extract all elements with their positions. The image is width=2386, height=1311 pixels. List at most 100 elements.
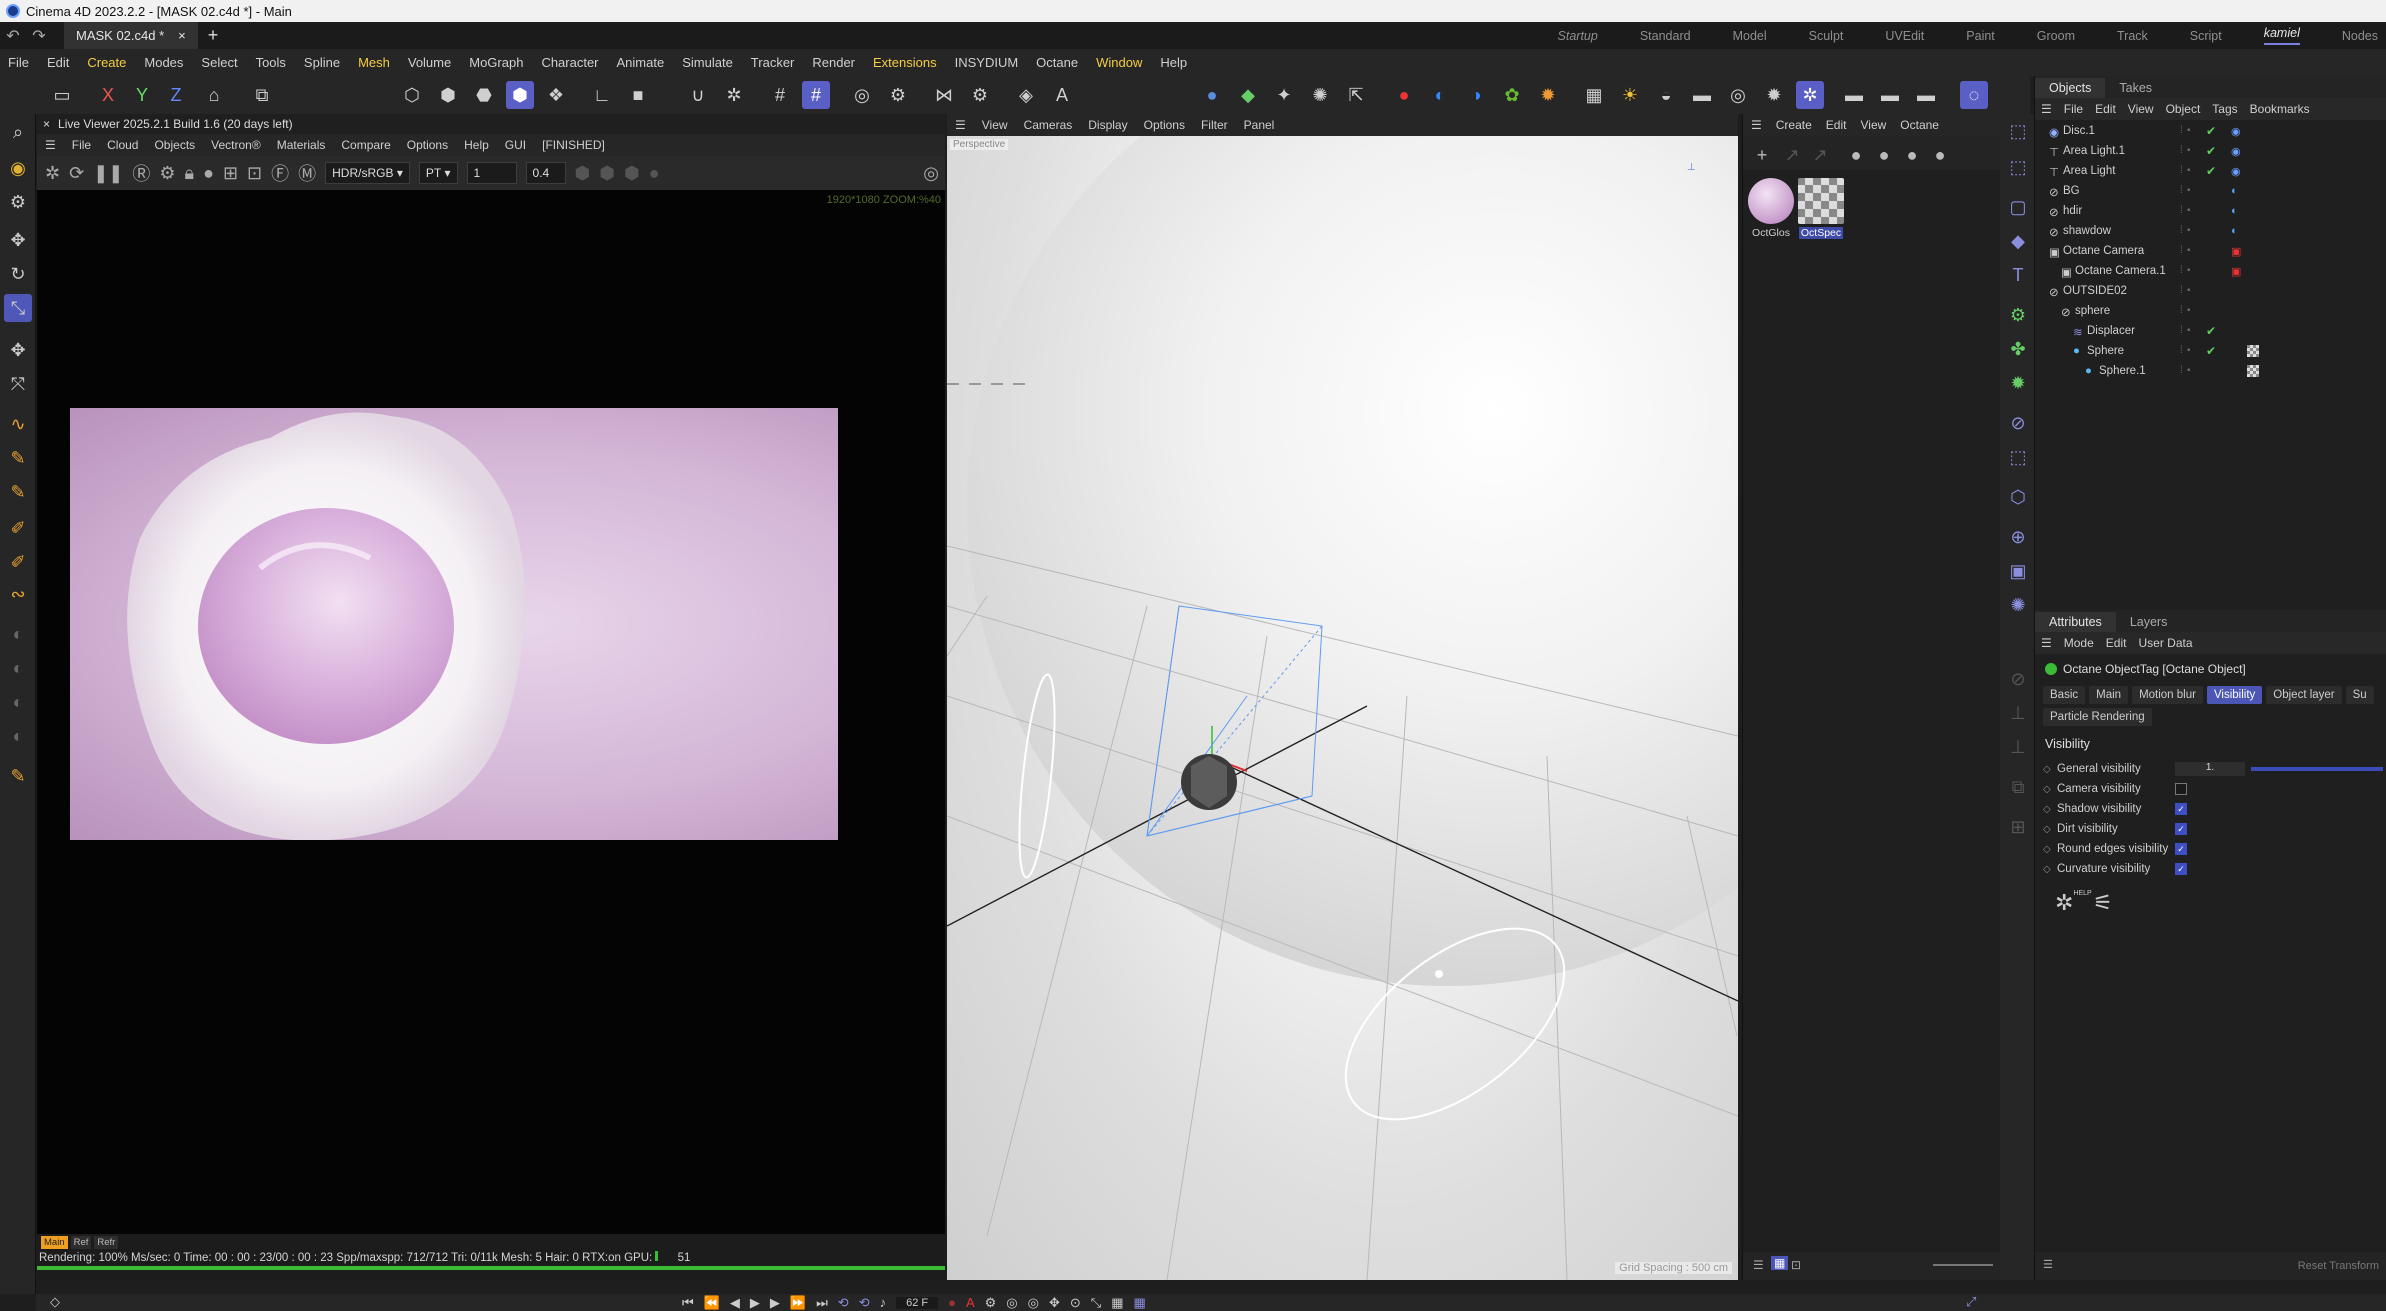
focus-picker-icon[interactable]: Ⓕ	[271, 160, 289, 186]
visibility-dots-icon[interactable]: ⁞	[2180, 125, 2183, 136]
enabled-check-icon[interactable]: ✔	[2206, 344, 2216, 358]
visibility-dots-icon[interactable]: ⁞	[2180, 205, 2183, 216]
visibility-checkbox[interactable]: ✓	[2175, 843, 2187, 855]
menu-help[interactable]: Help	[1160, 55, 1187, 70]
prev-frame-icon[interactable]: ◀	[730, 1295, 740, 1311]
layer-icon[interactable]: ▪	[2187, 125, 2191, 136]
object-name[interactable]: Displacer	[2087, 325, 2135, 337]
octane-spinner-icon[interactable]: ◎	[923, 163, 939, 184]
object-row-outside02[interactable]: ⊘ OUTSIDE02 ▪ ⁞	[2035, 282, 2386, 302]
material-octglos[interactable]: OctGlos	[1747, 178, 1795, 239]
material-menu-edit[interactable]: Edit	[1826, 118, 1847, 132]
clear-icon[interactable]: ⬢	[599, 163, 615, 184]
rotate-icon[interactable]: ↻	[4, 260, 32, 288]
tag5-icon[interactable]: ⊞	[2005, 814, 2031, 840]
axis-mode-icon[interactable]: ∟	[588, 81, 616, 109]
layer-icon[interactable]: ▪	[2187, 185, 2191, 196]
layer-icon[interactable]: ▪	[2187, 325, 2191, 336]
menu-animate[interactable]: Animate	[617, 55, 665, 70]
close-viewer-icon[interactable]: ×	[43, 117, 50, 131]
sun-icon[interactable]: ☀	[1616, 81, 1644, 109]
save-icon[interactable]: ●	[649, 163, 660, 184]
visibility-dots-icon[interactable]: ⁞	[2180, 145, 2183, 156]
bone-icon[interactable]: ✦	[1270, 81, 1298, 109]
octane-logo-icon[interactable]: ✲	[45, 163, 60, 184]
menu-window[interactable]: Window	[1096, 55, 1142, 70]
weight-icon[interactable]: ◐	[4, 620, 32, 648]
octane-scatter-icon[interactable]: ✿	[1498, 81, 1526, 109]
polygons-mode-icon[interactable]: ⬣	[470, 81, 498, 109]
go-end-icon[interactable]: ⏭	[816, 1295, 828, 1311]
keyframe-diamond-icon[interactable]: ◇	[2043, 804, 2057, 815]
material-octspec[interactable]: OctSpec	[1797, 178, 1845, 239]
reset-transform-button[interactable]: Reset Transform	[2298, 1260, 2379, 1272]
hamburger-icon[interactable]: ☰	[955, 118, 966, 132]
live-viewer-menu-gui[interactable]: GUI	[505, 138, 526, 152]
pla-key-icon[interactable]: ▦	[1111, 1295, 1123, 1311]
general-visibility-slider[interactable]	[2251, 767, 2383, 771]
layer-icon[interactable]: ▪	[2187, 265, 2191, 276]
menu-insydium[interactable]: INSYDIUM	[955, 55, 1019, 70]
snapshot-icon[interactable]: ⬢	[624, 163, 640, 184]
octane-help-icon[interactable]: ✲HELP	[2055, 890, 2092, 916]
hamburger-icon[interactable]: ☰	[2043, 1258, 2053, 1271]
keyframe-diamond-icon[interactable]: ◇	[2043, 824, 2057, 835]
search-icon[interactable]: ⌕	[4, 118, 32, 146]
object-name[interactable]: OUTSIDE02	[2063, 285, 2127, 297]
material-menu-octane[interactable]: Octane	[1900, 118, 1939, 132]
menu-simulate[interactable]: Simulate	[682, 55, 733, 70]
sculpt-icon[interactable]: ◐	[4, 654, 32, 682]
octane-logo-icon[interactable]: ✲	[1796, 81, 1824, 109]
enabled-check-icon[interactable]: ✔	[2206, 164, 2216, 178]
gear-black-icon[interactable]: ✹	[1760, 81, 1788, 109]
lock-workplane-icon[interactable]: ⚙	[884, 81, 912, 109]
live-viewer-menu-materials[interactable]: Materials	[277, 138, 326, 152]
object-row-area-light-1[interactable]: ⊤ Area Light.1 ▪ ⁞ ✔ ◉	[2035, 142, 2386, 162]
visibility-dots-icon[interactable]: ⁞	[2180, 185, 2183, 196]
live-viewer-menu-compare[interactable]: Compare	[341, 138, 390, 152]
plane-icon[interactable]: ▢	[2005, 194, 2031, 220]
document-tab[interactable]: MASK 02.c4d * ×	[64, 22, 198, 49]
light-icon[interactable]: ✺	[2005, 592, 2031, 618]
arrow-icon[interactable]: ↗	[1779, 142, 1805, 168]
visibility-dots-icon[interactable]: ⁞	[2180, 345, 2183, 356]
next-frame-icon[interactable]: ▶	[770, 1295, 780, 1311]
attribute-menu-user-data[interactable]: User Data	[2138, 636, 2192, 650]
object-name[interactable]: Sphere.1	[2099, 365, 2146, 377]
keyframe-diamond-icon[interactable]: ◇	[2043, 844, 2057, 855]
object-row-displacer[interactable]: ≋ Displacer ▪ ⁞ ✔	[2035, 322, 2386, 342]
live-viewer-menu-finished[interactable]: [FINISHED]	[542, 138, 605, 152]
autodesk-icon[interactable]: A	[1048, 81, 1076, 109]
prev-key-icon[interactable]: ⏪	[704, 1295, 720, 1311]
stop-icon[interactable]: ⬢	[575, 163, 591, 184]
symmetry-icon[interactable]: ⋈	[930, 81, 958, 109]
checker-icon[interactable]: ▦	[1580, 81, 1608, 109]
layout-tab-model[interactable]: Model	[1733, 29, 1767, 43]
tweak-settings-icon[interactable]: ⚙	[966, 81, 994, 109]
placement-icon[interactable]: ⤧	[4, 370, 32, 398]
tag3-icon[interactable]: ⊥	[2005, 734, 2031, 760]
new-tab-button[interactable]: +	[208, 25, 219, 46]
layout-tab-uvedit[interactable]: UVEdit	[1885, 29, 1924, 43]
live-viewer-menu-options[interactable]: Options	[407, 138, 448, 152]
object-menu-object[interactable]: Object	[2166, 102, 2201, 116]
hamburger-icon[interactable]: ☰	[45, 138, 56, 152]
object-row-disc-1[interactable]: ◉ Disc.1 ▪ ⁞ ✔ ◉	[2035, 122, 2386, 142]
grid-view-icon[interactable]: ▦	[1771, 1256, 1789, 1270]
object-name[interactable]: Disc.1	[2063, 125, 2095, 137]
subtab-visibility[interactable]: Visibility	[2206, 686, 2263, 704]
object-menu-view[interactable]: View	[2128, 102, 2154, 116]
value-input-2[interactable]: 0.4	[525, 162, 566, 184]
octane-camera-tag-icon[interactable]: ▣	[2231, 265, 2243, 278]
viewport-menu-panel[interactable]: Panel	[1244, 118, 1275, 132]
close-tab-icon[interactable]: ×	[178, 28, 186, 43]
texture-mode-icon[interactable]: ■	[624, 81, 652, 109]
layout-tab-sculpt[interactable]: Sculpt	[1809, 29, 1844, 43]
visibility-checkbox[interactable]: ✓	[2175, 863, 2187, 875]
layer-icon[interactable]: ▪	[2187, 165, 2191, 176]
subtab-object-layer[interactable]: Object layer	[2266, 686, 2342, 704]
layer-icon[interactable]: ▪	[2187, 225, 2191, 236]
value-input-1[interactable]: 1	[466, 162, 517, 184]
viewport-canvas[interactable]: ⊥ Perspective Grid Spacing : 500 cm	[947, 114, 1738, 1280]
tab-objects[interactable]: Objects	[2035, 78, 2106, 98]
